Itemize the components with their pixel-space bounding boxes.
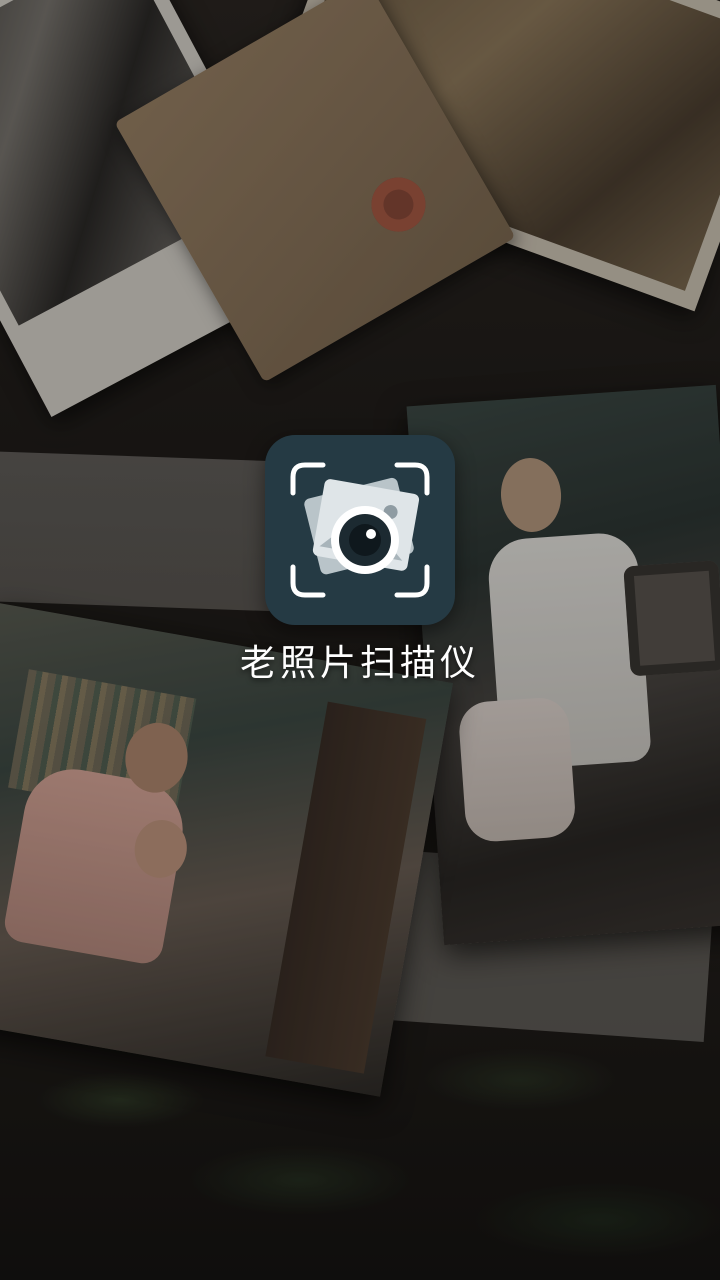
splash-screen: 老照片扫描仪 <box>0 0 720 1280</box>
camera-scan-photos-icon <box>290 462 430 598</box>
app-logo <box>265 435 455 625</box>
app-name-title: 老照片扫描仪 <box>239 643 480 684</box>
